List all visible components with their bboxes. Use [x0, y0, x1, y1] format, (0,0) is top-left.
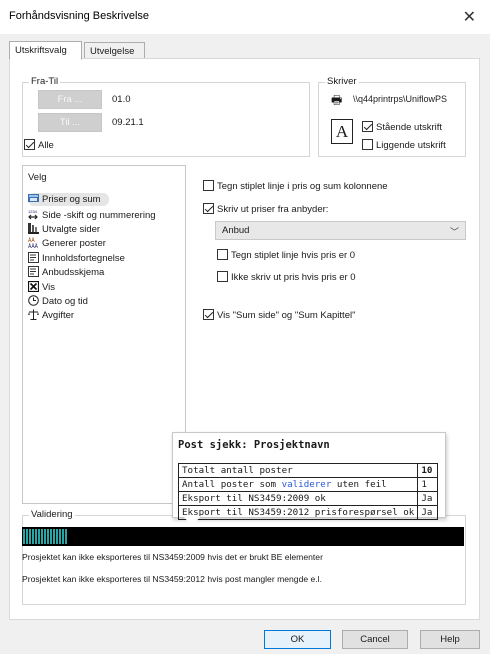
- row-label: Antall poster som validerer uten feil: [177, 477, 419, 492]
- row-value: 10: [417, 463, 439, 478]
- validation-progress-bar: [22, 527, 464, 546]
- checkbox-box: [217, 249, 228, 260]
- tab-utskriftsvalg[interactable]: Utskriftsvalg: [9, 41, 82, 60]
- stiplet-pris0-label: Tegn stiplet linje hvis pris er 0: [231, 250, 356, 261]
- ikke-skriv-pris0-label: Ikke skriv ut pris hvis pris er 0: [231, 272, 356, 283]
- table-row: Antall poster som validerer uten feil 1: [177, 477, 439, 492]
- row-value: Ja: [417, 505, 439, 520]
- anbyder-selected-value: Anbud: [222, 225, 250, 236]
- list-item-priser-og-sum[interactable]: Priser og sum: [28, 193, 109, 206]
- row-label: Eksport til NS3459:2012 prisforespørsel …: [177, 505, 419, 520]
- stiplet-sum-checkbox[interactable]: Tegn stiplet linje i pris og sum kolonne…: [203, 180, 388, 192]
- list-item-label: Anbudsskjema: [42, 267, 105, 278]
- table-row: Eksport til NS3459:2009 ok Ja: [177, 491, 439, 506]
- checkbox-box: [362, 121, 373, 132]
- page-numbering-icon: 1234: [28, 209, 38, 220]
- cancel-button[interactable]: Cancel: [342, 630, 408, 649]
- list-item-avgifter[interactable]: Avgifter: [28, 309, 74, 322]
- list-item-side-skift[interactable]: 1234 Side -skift og nummerering: [28, 209, 156, 222]
- list-item-label: Vis: [42, 282, 56, 293]
- svg-text:ÅÅ: ÅÅ: [28, 237, 35, 244]
- row-label: Eksport til NS3459:2009 ok: [177, 491, 419, 506]
- list-item-label: Dato og tid: [42, 296, 88, 307]
- alle-checkbox[interactable]: Alle: [24, 139, 54, 151]
- row-value: 1: [417, 477, 439, 492]
- liggende-checkbox[interactable]: Liggende utskrift: [362, 139, 446, 151]
- vis-sum-label: Vis "Sum side" og "Sum Kapittel": [217, 310, 356, 321]
- velg-list: Velg Priser og sum 1234 Side -skift og nu…: [22, 165, 186, 504]
- table-row: Totalt antall poster 10: [177, 463, 439, 478]
- row-label: Totalt antall poster: [177, 463, 419, 478]
- table-of-contents-icon: [28, 252, 39, 263]
- window-title: Forhåndsvisning Beskrivelse: [9, 10, 150, 22]
- list-item-generer-poster[interactable]: ÅÅ ÅÅÅ Generer poster: [28, 237, 106, 250]
- help-button[interactable]: Help: [420, 630, 480, 649]
- ikke-skriv-pris0-checkbox[interactable]: Ikke skriv ut pris hvis pris er 0: [217, 271, 356, 283]
- row-value: Ja: [417, 491, 439, 506]
- price-sum-icon: [28, 194, 39, 202]
- clock-icon: [28, 295, 39, 306]
- post-check-tooltip: Post sjekk: Prosjektnavn Totalt antall p…: [172, 432, 446, 520]
- svg-text:1234: 1234: [28, 209, 38, 214]
- tooltip-pointer: [183, 516, 201, 526]
- skriv-priser-checkbox[interactable]: Skriv ut priser fra anbyder:: [203, 203, 328, 215]
- validation-message-2: Prosjektet kan ikke eksporteres til NS34…: [22, 574, 322, 584]
- checkbox-box: [217, 271, 228, 282]
- progress-fill: [23, 529, 67, 544]
- skriv-priser-label: Skriv ut priser fra anbyder:: [217, 204, 329, 215]
- staaende-label: Stående utskrift: [376, 122, 443, 133]
- row-label-post: uten feil: [331, 479, 387, 490]
- velg-legend: Velg: [28, 172, 47, 183]
- row-label-pre: Antall poster som: [182, 479, 282, 490]
- til-value: 09.21.1: [112, 117, 144, 128]
- post-check-table: Totalt antall poster 10 Antall poster so…: [177, 463, 439, 520]
- checkbox-box: [362, 139, 373, 150]
- list-item-label: Avgifter: [42, 310, 75, 321]
- alle-label: Alle: [38, 140, 54, 151]
- ok-button[interactable]: OK: [264, 630, 331, 649]
- list-item-label: Innholdsfortegnelse: [42, 253, 125, 264]
- fra-til-legend: Fra-Til: [29, 76, 61, 87]
- svg-text:ÅÅÅ: ÅÅÅ: [28, 243, 39, 248]
- fra-button[interactable]: Fra ...: [38, 90, 102, 109]
- list-item-label: Side -skift og nummerering: [42, 210, 156, 221]
- list-item-label: Priser og sum: [42, 194, 101, 205]
- checkbox-box: [24, 139, 35, 150]
- list-item-dato-og-tid[interactable]: Dato og tid: [28, 295, 88, 308]
- tooltip-title: Post sjekk: Prosjektnavn: [178, 439, 330, 451]
- list-item-vis[interactable]: Vis: [28, 281, 55, 294]
- anbyder-select[interactable]: Anbud ﹀: [215, 221, 466, 240]
- staaende-checkbox[interactable]: Stående utskrift: [362, 121, 442, 133]
- list-item-anbudsskjema[interactable]: Anbudsskjema: [28, 266, 104, 279]
- title-bar: Forhåndsvisning Beskrivelse ✕: [0, 0, 490, 34]
- tender-form-icon: [28, 266, 39, 277]
- checkbox-box: [203, 180, 214, 191]
- fra-value: 01.0: [112, 94, 131, 105]
- validering-legend: Validering: [29, 509, 75, 520]
- list-item-innholdsfortegnelse[interactable]: Innholdsfortegnelse: [28, 252, 125, 265]
- checkbox-box: [203, 309, 214, 320]
- scales-icon: [28, 309, 39, 320]
- list-item-utvalgte-sider[interactable]: Utvalgte sider: [28, 223, 100, 236]
- table-row: Eksport til NS3459:2012 prisforespørsel …: [177, 505, 439, 520]
- til-button[interactable]: Til ...: [38, 113, 102, 132]
- stiplet-sum-label: Tegn stiplet linje i pris og sum kolonne…: [217, 181, 388, 192]
- stiplet-pris0-checkbox[interactable]: Tegn stiplet linje hvis pris er 0: [217, 249, 355, 261]
- printer-name: \\q44printrps\UniflowPS: [353, 94, 448, 104]
- vis-sum-checkbox[interactable]: Vis "Sum side" og "Sum Kapittel": [203, 309, 355, 321]
- view-icon: [28, 281, 39, 292]
- validation-message-1: Prosjektet kan ikke eksporteres til NS34…: [22, 552, 323, 562]
- generate-items-icon: ÅÅÅÅÅ: [28, 237, 39, 248]
- skriver-legend: Skriver: [325, 76, 359, 87]
- validerer-link[interactable]: validerer: [282, 479, 332, 490]
- liggende-label: Liggende utskrift: [376, 140, 446, 151]
- list-item-label: Utvalgte sider: [42, 224, 101, 235]
- page-orientation-icon: A: [331, 119, 353, 144]
- checkbox-box: [203, 203, 214, 214]
- printer-icon: 🖶: [331, 93, 343, 107]
- chevron-down-icon: ﹀: [449, 227, 459, 237]
- close-icon[interactable]: ✕: [463, 7, 476, 27]
- selected-pages-icon: [28, 223, 39, 234]
- list-item-label: Generer poster: [42, 238, 106, 249]
